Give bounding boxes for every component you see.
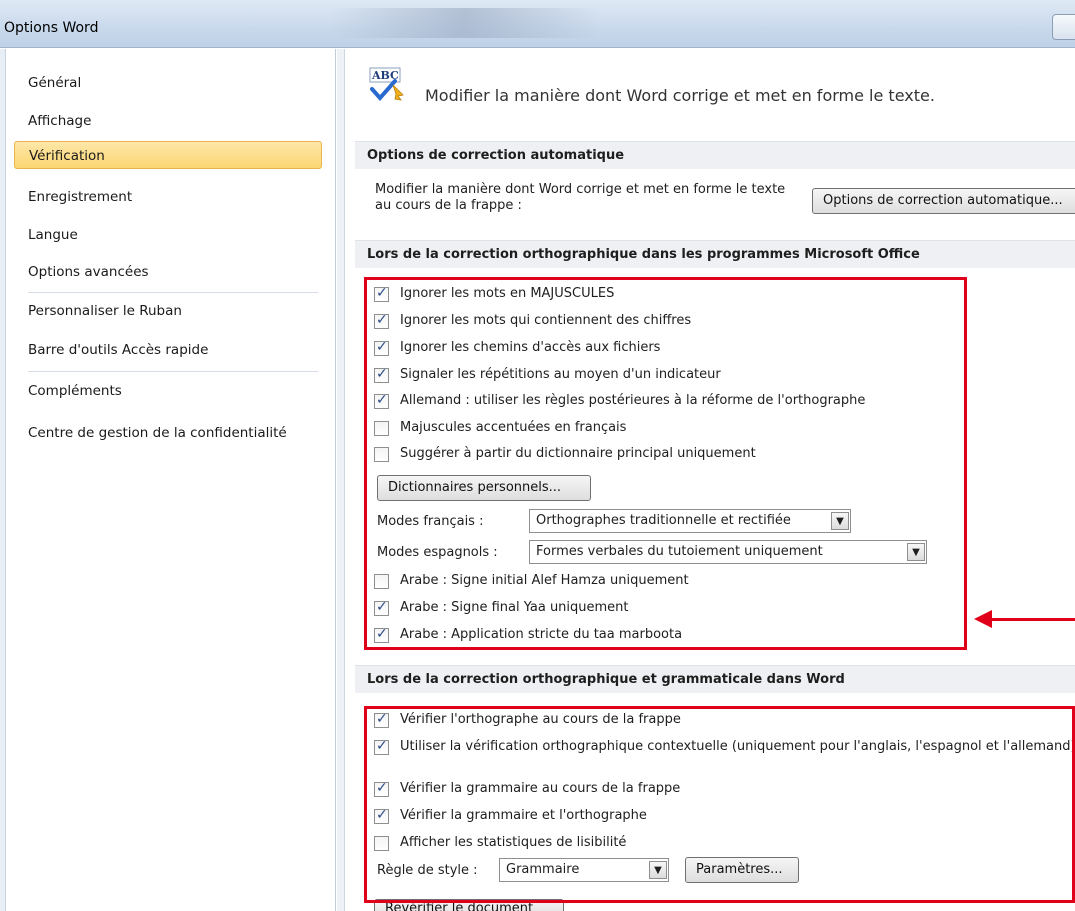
annotation-arrow-icon (974, 610, 992, 628)
sidebar-item-general[interactable]: Général (28, 75, 81, 91)
title-bar: Options Word (0, 0, 1075, 48)
page-heading: Modifier la manière dont Word corrige et… (425, 86, 935, 105)
annotation-arrow-line (988, 618, 1075, 621)
section-office-spelling: Lors de la correction orthographique dan… (355, 240, 1075, 268)
sidebar-item-complements[interactable]: Compléments (28, 383, 122, 399)
highlight-box-office-spelling (364, 277, 967, 650)
sidebar-item-langue[interactable]: Langue (28, 227, 78, 243)
sidebar-divider (28, 292, 318, 293)
section-autocorrect: Options de correction automatique (355, 141, 1075, 169)
sidebar: Général Affichage Vérification Enregistr… (0, 49, 336, 911)
highlight-box-word-spelling (364, 706, 1075, 903)
blurred-title-region (330, 8, 600, 38)
help-button[interactable] (1052, 14, 1075, 40)
sidebar-item-confidentialite[interactable]: Centre de gestion de la confidentialité (28, 425, 287, 441)
section-word-spelling-grammar: Lors de la correction orthographique et … (355, 665, 1075, 693)
window-title: Options Word (4, 20, 99, 36)
panel-edge (337, 49, 345, 911)
sidebar-item-affichage[interactable]: Affichage (28, 113, 91, 129)
sidebar-edge (0, 49, 6, 911)
sidebar-item-enregistrement[interactable]: Enregistrement (28, 189, 132, 205)
sidebar-item-ruban[interactable]: Personnaliser le Ruban (28, 303, 182, 319)
autocorrect-description: Modifier la manière dont Word corrige et… (375, 182, 786, 213)
sidebar-item-options-avancees[interactable]: Options avancées (28, 264, 149, 280)
autocorrect-options-button[interactable]: Options de correction automatique... (812, 188, 1075, 214)
sidebar-divider (28, 371, 318, 372)
sidebar-item-acces-rapide[interactable]: Barre d'outils Accès rapide (28, 342, 208, 358)
sidebar-item-verification[interactable]: Vérification (14, 141, 322, 169)
abc-spellcheck-icon: ABC (369, 67, 404, 101)
